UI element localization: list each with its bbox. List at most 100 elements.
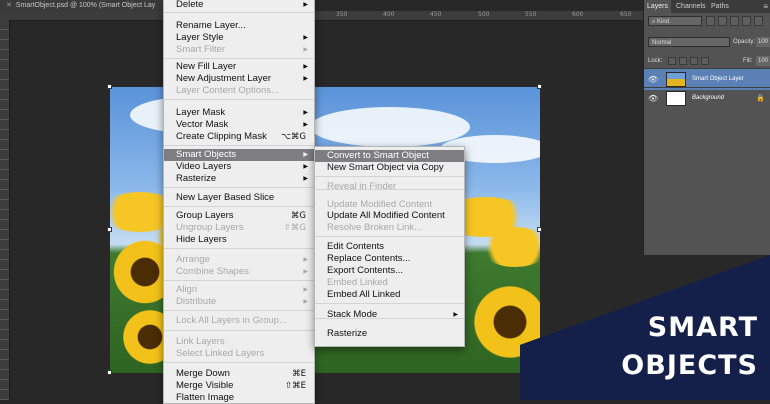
menu-item-label: Lock All Layers in Group... xyxy=(176,315,287,326)
menu-separator xyxy=(164,145,314,146)
menu-item-label: Vector Mask xyxy=(176,119,229,130)
menu-item-new-layer-based-slice[interactable]: New Layer Based Slice xyxy=(164,192,314,204)
submenu-arrow-icon: ▶ xyxy=(303,257,308,263)
lock-image-icon[interactable] xyxy=(679,57,687,65)
menu-separator xyxy=(315,176,464,177)
tab-channels[interactable]: Channels xyxy=(673,0,709,13)
filter-kind-select[interactable]: ⌕ Kind xyxy=(648,16,702,26)
opacity-input[interactable]: 100 xyxy=(756,37,770,47)
close-tab-icon[interactable]: ✕ xyxy=(6,0,12,11)
menu-item-create-clipping-mask[interactable]: Create Clipping Mask ⌥⌘G xyxy=(164,131,314,143)
menu-item-label: New Layer Based Slice xyxy=(176,192,275,203)
layer-name[interactable]: Smart Object Layer xyxy=(692,74,744,84)
submenu-item-new-smart-object-via-copy[interactable]: New Smart Object via Copy xyxy=(315,162,464,174)
menu-item-layer-style[interactable]: Layer Style ▶ xyxy=(164,32,314,44)
transform-handle[interactable] xyxy=(107,84,112,89)
menu-item-label: Reveal in Finder xyxy=(327,181,397,192)
menu-item-layer-content-options: Layer Content Options... xyxy=(164,85,314,97)
layer-row-background[interactable]: 👁 Background 🔒 xyxy=(644,87,770,109)
menu-item-rename-layer[interactable]: Rename Layer... xyxy=(164,20,314,32)
menu-item-group-layers[interactable]: Group Layers ⌘G xyxy=(164,210,314,222)
panel-menu-icon[interactable]: ≡ xyxy=(763,2,768,11)
menu-item-label: Smart Filter xyxy=(176,44,226,55)
menu-item-label: Rename Layer... xyxy=(176,20,246,31)
submenu-arrow-icon: ▶ xyxy=(303,47,308,53)
menu-separator xyxy=(164,280,314,281)
menu-item-label: Combine Shapes xyxy=(176,266,249,277)
submenu-item-stack-mode[interactable]: Stack Mode ▶ xyxy=(315,309,464,321)
menu-separator xyxy=(164,58,314,59)
menu-item-label: Layer Style xyxy=(176,32,224,43)
submenu-item-embed-all-linked[interactable]: Embed All Linked xyxy=(315,289,464,301)
menu-separator xyxy=(164,362,314,363)
menu-item-hide-layers[interactable]: Hide Layers xyxy=(164,234,314,246)
filter-adjustment-icon[interactable] xyxy=(718,16,727,26)
menu-item-label: Distribute xyxy=(176,296,217,307)
menu-item-label: Embed Linked xyxy=(327,277,388,288)
submenu-item-edit-contents[interactable]: Edit Contents xyxy=(315,241,464,253)
filter-smart-object-icon[interactable] xyxy=(754,16,763,26)
menu-separator xyxy=(315,318,464,319)
layer-name[interactable]: Background xyxy=(692,93,724,103)
menu-item-shortcut: ⌘E xyxy=(292,369,306,379)
lock-all-icon[interactable] xyxy=(701,57,709,65)
filter-shape-icon[interactable] xyxy=(742,16,751,26)
submenu-item-rasterize[interactable]: Rasterize xyxy=(315,328,464,340)
submenu-arrow-icon: ▶ xyxy=(303,164,308,170)
transform-handle[interactable] xyxy=(537,84,542,89)
document-tab[interactable]: ✕ SmartObject.psd @ 100% (Smart Object La… xyxy=(0,0,175,11)
filter-type-icon[interactable] xyxy=(730,16,739,26)
menu-item-flatten-image[interactable]: Flatten Image xyxy=(164,392,314,404)
menu-item-label: Create Clipping Mask xyxy=(176,131,267,142)
lock-transparent-icon[interactable] xyxy=(668,57,676,65)
submenu-item-update-all-modified-content[interactable]: Update All Modified Content xyxy=(315,210,464,222)
submenu-arrow-icon: ▶ xyxy=(303,76,308,82)
blend-mode-select[interactable]: Normal xyxy=(648,37,730,47)
menu-item-label: Rasterize xyxy=(176,173,217,184)
menu-item-smart-objects[interactable]: Smart Objects ▶ xyxy=(164,149,314,161)
menu-item-label: Layer Mask xyxy=(176,107,226,118)
menu-separator xyxy=(315,189,464,190)
ruler-tick: 500 xyxy=(478,11,490,18)
menu-item-label: Delete xyxy=(176,0,204,10)
layer-thumbnail xyxy=(666,72,686,87)
ruler-tick: 350 xyxy=(336,11,348,18)
menu-item-delete[interactable]: Delete ▶ xyxy=(164,0,314,11)
menu-item-select-linked-layers: Select Linked Layers xyxy=(164,348,314,360)
menu-item-combine-shapes: Combine Shapes ▶ xyxy=(164,266,314,278)
fill-input[interactable]: 100 xyxy=(756,56,770,66)
ruler-tick: 600 xyxy=(572,11,584,18)
filter-kind-value: Kind xyxy=(657,19,670,25)
submenu-item-export-contents[interactable]: Export Contents... xyxy=(315,265,464,277)
tab-layers[interactable]: Layers xyxy=(644,0,672,13)
menu-item-label: Export Contents... xyxy=(327,265,404,276)
ruler-tick: 650 xyxy=(620,11,632,18)
lock-position-icon[interactable] xyxy=(690,57,698,65)
menu-item-layer-mask[interactable]: Layer Mask ▶ xyxy=(164,107,314,119)
menu-item-new-fill-layer[interactable]: New Fill Layer ▶ xyxy=(164,61,314,73)
transform-handle[interactable] xyxy=(537,227,542,232)
transform-handle[interactable] xyxy=(107,227,112,232)
menu-item-rasterize[interactable]: Rasterize ▶ xyxy=(164,173,314,185)
submenu-item-embed-linked: Embed Linked xyxy=(315,277,464,289)
menu-item-label: Replace Contents... xyxy=(327,253,411,264)
transform-handle[interactable] xyxy=(107,370,112,375)
submenu-item-convert-to-smart-object[interactable]: Convert to Smart Object xyxy=(315,150,464,162)
menu-item-merge-visible[interactable]: Merge Visible ⇧⌘E xyxy=(164,380,314,392)
filter-pixel-icon[interactable] xyxy=(706,16,715,26)
menu-item-vector-mask[interactable]: Vector Mask ▶ xyxy=(164,119,314,131)
opacity-label: Opacity: xyxy=(733,39,756,45)
submenu-arrow-icon: ▶ xyxy=(303,299,308,305)
eye-icon[interactable]: 👁 xyxy=(648,94,658,103)
submenu-item-replace-contents[interactable]: Replace Contents... xyxy=(315,253,464,265)
menu-item-new-adjustment-layer[interactable]: New Adjustment Layer ▶ xyxy=(164,73,314,85)
menu-item-lock-all-layers-in-group: Lock All Layers in Group... xyxy=(164,315,314,327)
menu-item-shortcut: ⇧⌘G xyxy=(283,223,306,233)
submenu-arrow-icon: ▶ xyxy=(303,35,308,41)
menu-item-video-layers[interactable]: Video Layers ▶ xyxy=(164,161,314,173)
tab-paths[interactable]: Paths xyxy=(708,0,732,13)
menu-item-label: Smart Objects xyxy=(176,149,237,160)
blend-mode-value: Normal xyxy=(652,40,672,46)
menu-item-merge-down[interactable]: Merge Down ⌘E xyxy=(164,368,314,380)
eye-icon[interactable]: 👁 xyxy=(648,75,658,84)
